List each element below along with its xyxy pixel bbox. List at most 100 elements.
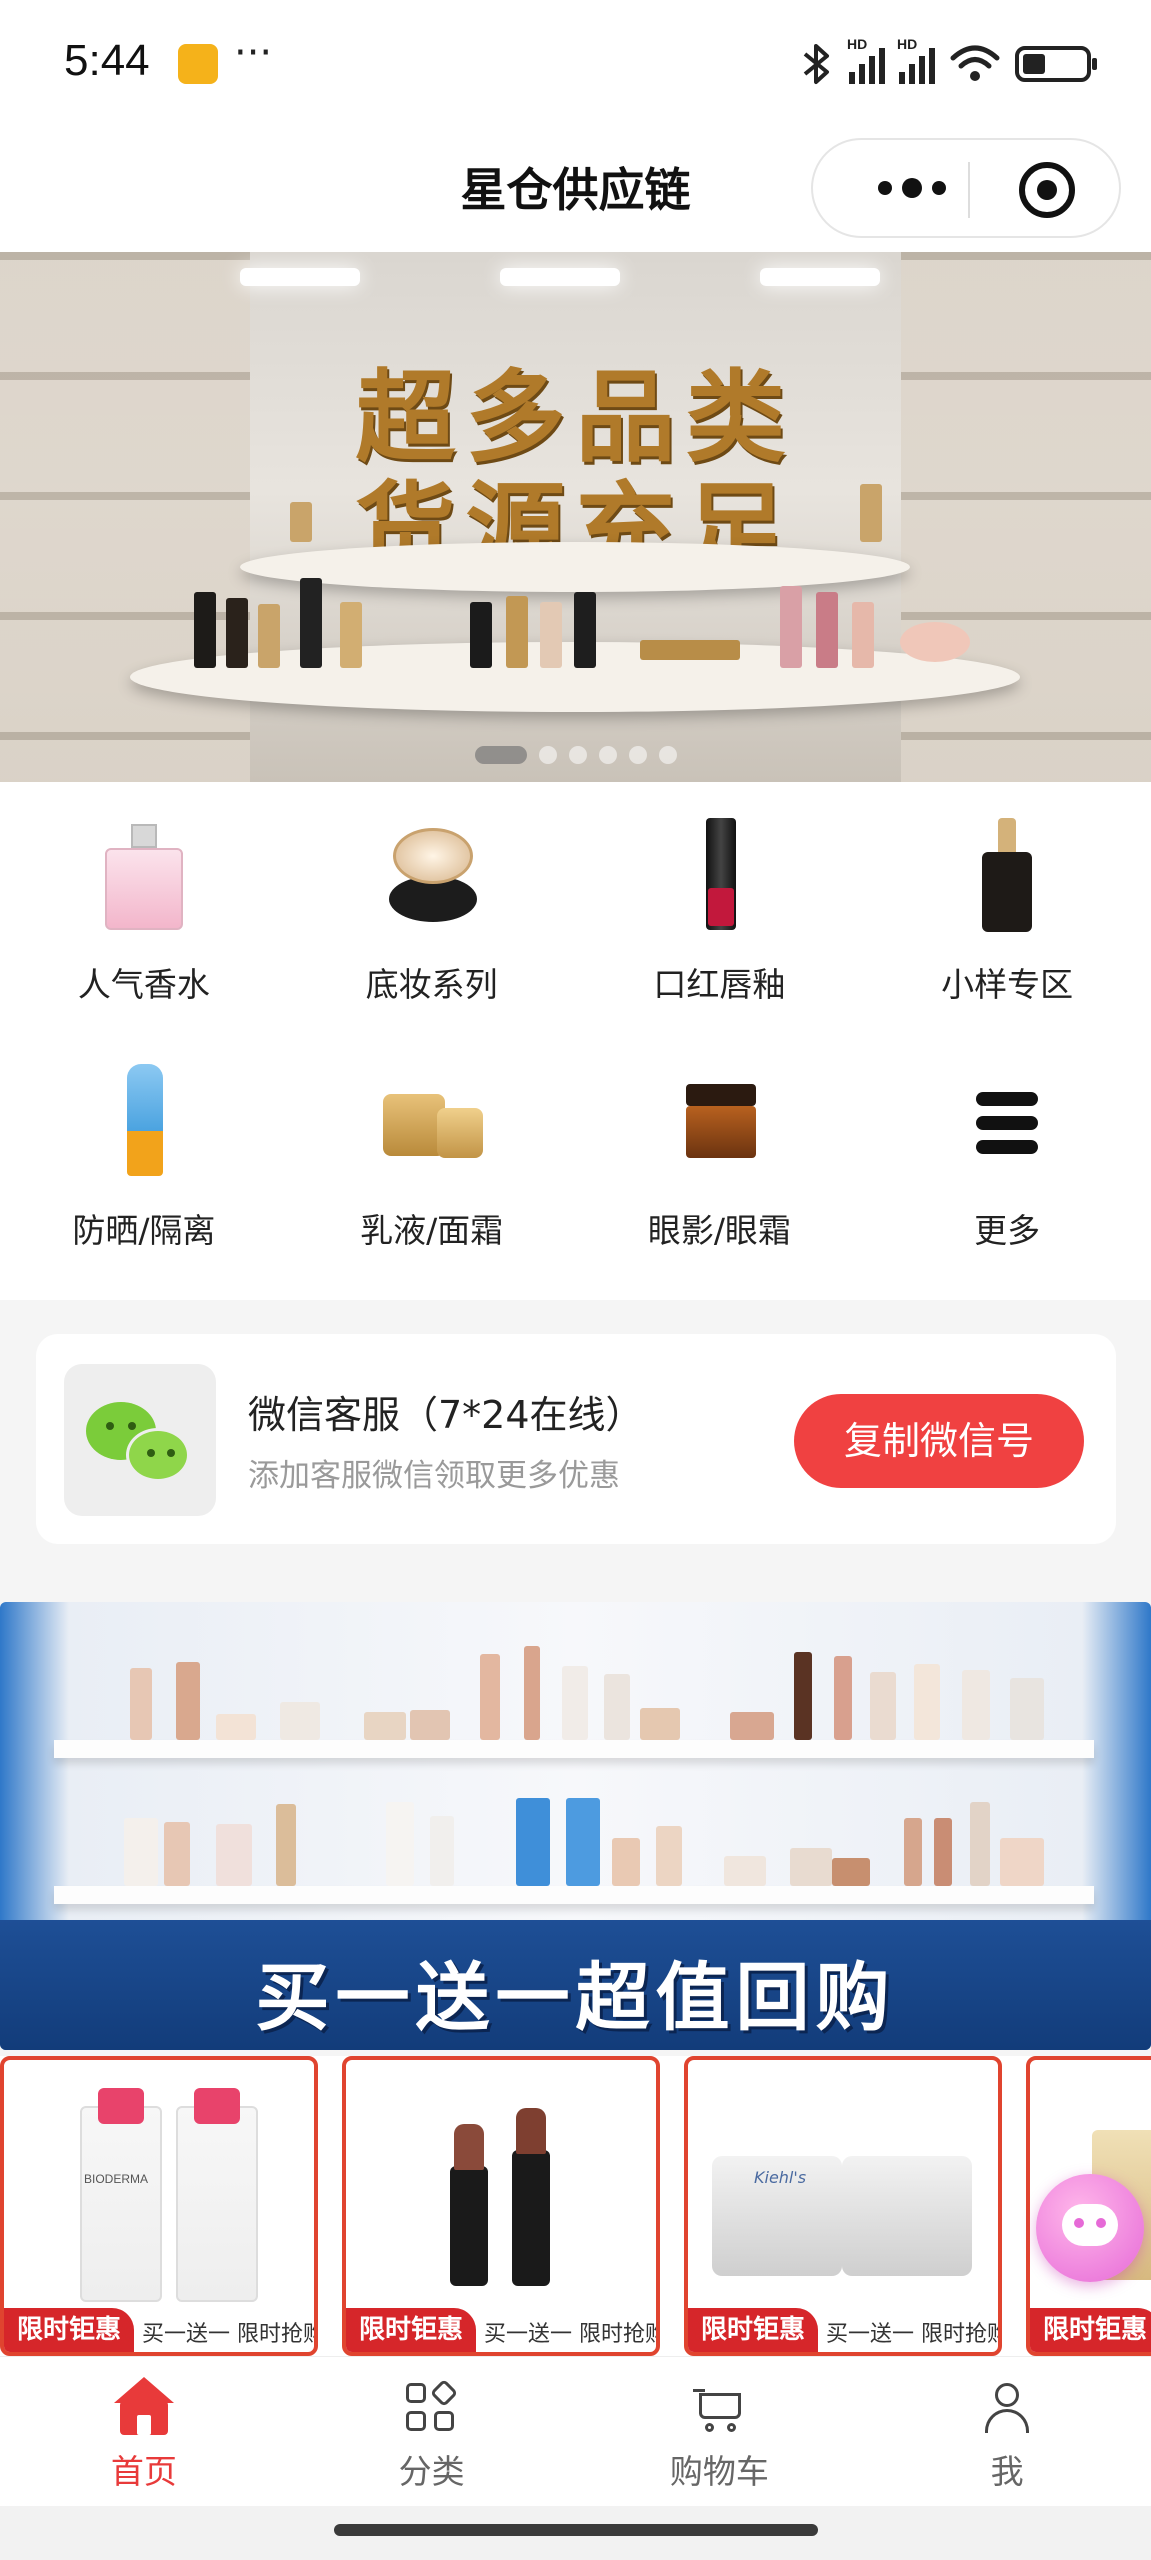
category-label: 小样专区	[941, 965, 1074, 1004]
product-caption: 买一送一 限时抢购	[142, 2322, 318, 2347]
sunscreen-icon	[89, 1064, 199, 1184]
banner-pagination	[0, 746, 1151, 764]
user-icon	[981, 2383, 1033, 2435]
notification-app-icon	[178, 44, 218, 84]
bottom-tab-bar: 首页 分类 购物车 我	[0, 2356, 1151, 2506]
close-miniprogram-icon[interactable]	[1019, 162, 1075, 218]
product-image	[454, 2124, 484, 2170]
app-header: 星仓供应链	[0, 128, 1151, 252]
tab-label: 我	[990, 2452, 1024, 2491]
product-image	[516, 2108, 546, 2154]
status-time: 5:44	[64, 36, 150, 85]
more-notifications-icon: ···	[234, 30, 273, 76]
product-card[interactable]: BIODERMA 限时钜惠 买一送一 限时抢购	[0, 2056, 318, 2356]
product-tag: 限时钜惠	[688, 2308, 818, 2352]
product-image	[842, 2156, 972, 2276]
home-indicator[interactable]	[334, 2524, 818, 2536]
miniprogram-capsule	[811, 138, 1121, 238]
ceiling-light	[760, 268, 880, 286]
banner-dot-active[interactable]	[474, 746, 527, 764]
wechat-service-subtitle: 添加客服微信领取更多优惠	[248, 1458, 620, 1494]
category-eye[interactable]: 眼影/眼霜	[576, 1054, 864, 1294]
product-card[interactable]: 限时钜惠 买一送一 限时抢购	[342, 2056, 660, 2356]
cart-icon	[693, 2383, 745, 2435]
category-lipstick[interactable]: 口红唇釉	[576, 808, 864, 1048]
category-foundation[interactable]: 底妆系列	[288, 808, 576, 1048]
product-caption: 买一送一 限时抢购	[484, 2322, 660, 2347]
display-podium-top	[240, 542, 910, 592]
capsule-divider	[968, 162, 970, 218]
product-image	[450, 2166, 488, 2286]
cream-icon	[377, 1064, 487, 1184]
copy-wechat-id-button[interactable]: 复制微信号	[794, 1394, 1084, 1488]
promo-banner-text: 买一送一超值回购	[255, 1955, 896, 2041]
tab-category[interactable]: 分类	[288, 2357, 576, 2506]
product-tag: 限时钜惠	[4, 2308, 134, 2352]
hero-banner[interactable]: 超多品类 货源充足	[0, 252, 1151, 782]
signal-icon: HD	[847, 36, 885, 84]
ceiling-light	[240, 268, 360, 286]
signal-hd-label: HD	[847, 36, 868, 52]
category-sunscreen[interactable]: 防晒/隔离	[0, 1054, 288, 1294]
tab-label: 首页	[110, 2452, 177, 2491]
banner-dot[interactable]	[628, 746, 647, 764]
tab-cart[interactable]: 购物车	[576, 2357, 864, 2506]
banner-dot[interactable]	[658, 746, 677, 764]
product-image	[176, 2106, 258, 2302]
product-cap	[98, 2088, 144, 2124]
category-label: 更多	[974, 1211, 1041, 1250]
promo-banner[interactable]: 买一送一超值回购	[0, 1602, 1151, 2050]
category-cream[interactable]: 乳液/面霜	[288, 1054, 576, 1294]
status-bar: 5:44 ··· HD HD	[0, 0, 1151, 128]
tab-label: 购物车	[669, 2452, 769, 2491]
display-shelf	[54, 1886, 1094, 1904]
category-label: 人气香水	[77, 965, 210, 1004]
status-icons: HD HD	[799, 36, 1097, 90]
product-image	[512, 2150, 550, 2286]
product-cap	[194, 2088, 240, 2124]
category-samples[interactable]: 小样专区	[863, 808, 1151, 1048]
banner-dot[interactable]	[598, 746, 617, 764]
category-more[interactable]: 更多	[863, 1054, 1151, 1294]
category-label: 眼影/眼霜	[647, 1211, 791, 1250]
serum-icon	[952, 818, 1062, 938]
cushion-icon	[377, 818, 487, 938]
wechat-service-card: 微信客服（7*24在线） 添加客服微信领取更多优惠 复制微信号	[36, 1334, 1116, 1544]
home-icon	[113, 2377, 174, 2435]
ceiling-light	[500, 268, 620, 286]
perfume-icon	[89, 818, 199, 938]
product-card[interactable]: Kiehl's 限时钜惠 买一送一 限时抢购	[684, 2056, 1002, 2356]
banner-headline-line1: 超多品类	[355, 359, 796, 476]
product-brand: BIODERMA	[84, 2172, 149, 2186]
category-label: 口红唇釉	[653, 965, 786, 1004]
battery-icon	[1015, 46, 1097, 82]
display-shelf	[54, 1740, 1094, 1758]
signal-hd-label: HD	[897, 36, 918, 52]
category-perfume[interactable]: 人气香水	[0, 808, 288, 1048]
eye-cream-icon	[664, 1064, 774, 1184]
category-label: 防晒/隔离	[72, 1211, 216, 1250]
lipstick-icon	[664, 818, 774, 938]
chat-bot-icon	[1062, 2204, 1118, 2246]
product-scroller: BIODERMA 限时钜惠 买一送一 限时抢购 限时钜惠 买一送一 限时抢购 K…	[0, 2056, 1151, 2356]
banner-dot[interactable]	[568, 746, 587, 764]
banner-dot[interactable]	[538, 746, 557, 764]
product-brand: Kiehl's	[754, 2168, 807, 2187]
wifi-icon	[950, 45, 1000, 81]
category-label: 乳液/面霜	[360, 1211, 504, 1250]
customer-service-float-button[interactable]	[1036, 2174, 1144, 2282]
more-list-icon	[952, 1064, 1062, 1184]
tab-label: 分类	[398, 2452, 465, 2491]
tab-me[interactable]: 我	[863, 2357, 1151, 2506]
product-tag: 限时钜惠	[346, 2308, 476, 2352]
category-grid-icon	[405, 2378, 458, 2435]
category-grid: 人气香水 底妆系列 口红唇釉 小样专区 防晒/隔离 乳液/面霜 眼影/眼霜 更多	[0, 782, 1151, 1300]
bluetooth-icon	[803, 44, 829, 84]
wechat-icon	[64, 1364, 216, 1516]
page: 5:44 ··· HD HD 星仓供应链 超多品类 货源充足 人气香水 底妆系列…	[0, 0, 1151, 2560]
tab-home[interactable]: 首页	[0, 2357, 288, 2506]
more-options-icon[interactable]	[857, 140, 967, 236]
category-label: 底妆系列	[365, 965, 498, 1004]
signal-icon: HD	[897, 36, 935, 84]
product-image	[80, 2106, 162, 2302]
